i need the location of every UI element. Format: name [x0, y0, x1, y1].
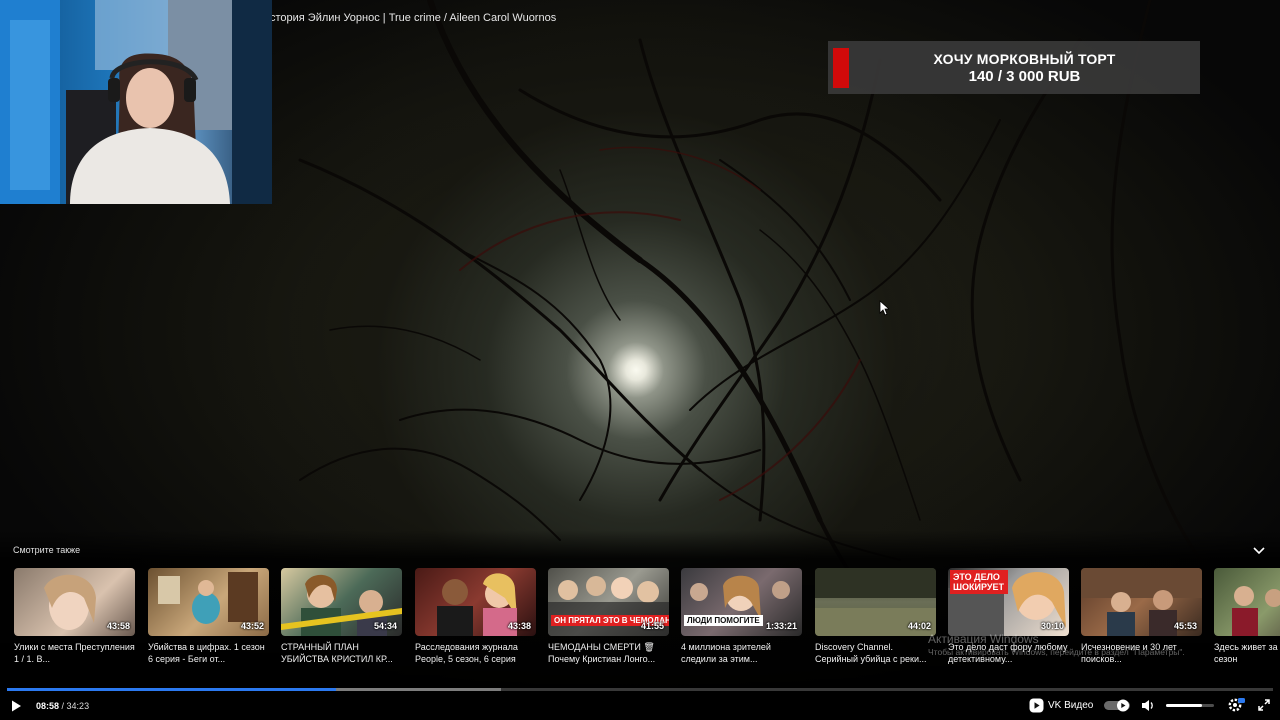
current-time: 08:58 — [36, 701, 60, 711]
time-separator: / — [59, 701, 67, 711]
thumbnail-badge: ЭТО ДЕЛО ШОКИРУЕТ — [950, 570, 1008, 594]
chevron-down-icon[interactable] — [1250, 543, 1268, 559]
play-icon[interactable] — [9, 699, 23, 713]
video-duration: 54:34 — [373, 621, 397, 631]
video-thumbnail[interactable]: 44:02 — [815, 568, 936, 636]
vk-video-logo-icon[interactable] — [1029, 698, 1044, 713]
video-thumbnail[interactable]: ОН ПРЯТАЛ ЭТО В ЧЕМОДАНЕ! 41:55 — [548, 568, 669, 636]
watermark-line-1: Активация Windows — [928, 632, 1039, 646]
windows-activation-watermark: Активация Windows Чтобы активировать Win… — [928, 632, 1185, 657]
mouse-cursor-icon — [879, 300, 889, 316]
video-title: стория Эйлин Уорнос | True crime / Ailee… — [270, 12, 557, 24]
video-title-text: 4 миллиона зрителей следили за этим... — [681, 642, 771, 664]
video-title-text: СТРАННЫЙ ПЛАН УБИЙСТВА КРИСТИЛ КР... — [281, 642, 393, 664]
video-thumbnail[interactable] — [1214, 568, 1280, 636]
related-video-card[interactable]: Здесь живет за смерти, 3 сезон — [1214, 568, 1280, 665]
video-title-text: ЧЕМОДАНЫ СМЕРТИ 🗑 Почему Кристиан Лонго.… — [548, 642, 656, 664]
volume-icon[interactable] — [1140, 698, 1155, 713]
video-title-text: Discovery Channel. Серийный убийца с рек… — [815, 642, 927, 664]
video-duration: 43:38 — [507, 621, 531, 631]
thumbnail-caption: ЛЮДИ ПОМОГИТЕ — [684, 615, 763, 626]
video-thumbnail[interactable]: 43:58 — [14, 568, 135, 636]
time-display: 08:58 / 34:23 — [36, 701, 89, 711]
vk-video-brand[interactable]: VK Видео — [1048, 700, 1093, 711]
watermark-line-2: Чтобы активировать Windows, перейдите в … — [928, 647, 1185, 657]
video-title-text: Улики с места Преступления 1 / 1. В... — [14, 642, 135, 664]
video-title-text: Расследования журнала People, 5 сезон, 6… — [415, 642, 518, 664]
streamer-image — [0, 0, 272, 204]
related-video-card[interactable]: 43:52 Убийства в цифрах. 1 сезон 6 серия… — [148, 568, 269, 665]
seek-bar[interactable] — [7, 688, 1273, 691]
video-duration: 43:52 — [240, 621, 264, 631]
video-duration: 44:02 — [907, 621, 931, 631]
related-video-card[interactable]: 43:38 Расследования журнала People, 5 се… — [415, 568, 536, 665]
related-video-card[interactable]: 44:02 Discovery Channel. Серийный убийца… — [815, 568, 936, 665]
video-duration: 41:55 — [640, 621, 664, 631]
thumbnail-image — [1232, 586, 1280, 636]
seek-bar-played — [7, 688, 337, 691]
donation-progress-marker — [833, 47, 849, 88]
donation-title: ХОЧУ МОРКОВНЫЙ ТОРТ — [933, 50, 1116, 67]
video-title-text: Здесь живет за смерти, 3 сезон — [1214, 642, 1280, 664]
autoplay-toggle-icon[interactable] — [1104, 699, 1130, 712]
settings-gear-icon[interactable] — [1227, 697, 1245, 713]
video-thumbnail[interactable]: 43:52 — [148, 568, 269, 636]
related-video-card[interactable]: 54:34 СТРАННЫЙ ПЛАН УБИЙСТВА КРИСТИЛ КР.… — [281, 568, 402, 665]
fullscreen-icon[interactable] — [1257, 698, 1271, 712]
volume-slider[interactable] — [1166, 704, 1214, 707]
donation-goal-widget: ХОЧУ МОРКОВНЫЙ ТОРТ 140 / 3 000 RUB — [828, 41, 1200, 94]
video-thumbnail[interactable]: 43:38 — [415, 568, 536, 636]
donation-amount: 140 / 3 000 RUB — [968, 67, 1081, 85]
video-thumbnail[interactable]: ЭТО ДЕЛО ШОКИРУЕТ 30:10 — [948, 568, 1069, 636]
related-video-card[interactable]: ЛЮДИ ПОМОГИТЕ 1:33:21 4 миллиона зрителе… — [681, 568, 802, 665]
video-title-text: Убийства в цифрах. 1 сезон 6 серия - Бег… — [148, 642, 265, 664]
related-video-card[interactable]: ОН ПРЯТАЛ ЭТО В ЧЕМОДАНЕ! 41:55 ЧЕМОДАНЫ… — [548, 568, 669, 665]
volume-level — [1166, 704, 1202, 707]
video-thumbnail[interactable]: 45:53 — [1081, 568, 1202, 636]
video-duration: 30:10 — [1040, 621, 1064, 631]
video-thumbnail[interactable]: ЛЮДИ ПОМОГИТЕ 1:33:21 — [681, 568, 802, 636]
video-thumbnail[interactable]: 54:34 — [281, 568, 402, 636]
video-duration: 1:33:21 — [765, 621, 797, 631]
related-heading: Смотрите также — [13, 545, 81, 555]
related-video-card[interactable]: 43:58 Улики с места Преступления 1 / 1. … — [14, 568, 135, 665]
total-time: 34:23 — [66, 701, 90, 711]
video-duration: 45:53 — [1173, 621, 1197, 631]
webcam-overlay — [0, 0, 272, 204]
video-duration: 43:58 — [106, 621, 130, 631]
